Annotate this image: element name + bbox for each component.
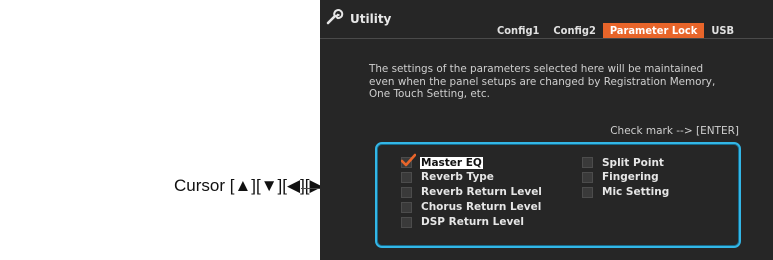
checkbox-split-point[interactable]: [582, 157, 593, 168]
page-title: Utility: [350, 12, 392, 26]
parameter-list-left: Master EQ Reverb Type Reverb Return Leve…: [401, 153, 543, 230]
tab-usb[interactable]: USB: [704, 23, 741, 38]
param-reverb-return-level[interactable]: Reverb Return Level: [401, 186, 543, 199]
param-split-point[interactable]: Split Point: [582, 156, 670, 169]
param-label-fingering: Fingering: [602, 171, 659, 184]
param-reverb-type[interactable]: Reverb Type: [401, 171, 543, 184]
checkmark-hint: Check mark --> [ENTER]: [610, 125, 739, 137]
param-label-split-point: Split Point: [602, 156, 664, 169]
param-label-reverb-return-level: Reverb Return Level: [421, 186, 542, 199]
checkbox-reverb-type[interactable]: [401, 171, 412, 183]
param-master-eq[interactable]: Master EQ: [401, 153, 543, 169]
param-label-mic-setting: Mic Setting: [602, 186, 670, 199]
checkbox-master-eq[interactable]: [401, 153, 416, 168]
param-dsp-return-level[interactable]: DSP Return Level: [401, 216, 543, 229]
tab-parameter-lock[interactable]: Parameter Lock: [602, 23, 705, 38]
tab-config2[interactable]: Config2: [546, 23, 602, 38]
checkmark-icon: [401, 153, 416, 167]
param-label-master-eq: Master EQ: [420, 156, 483, 169]
tab-config1[interactable]: Config1: [490, 23, 546, 38]
param-label-chorus-return-level: Chorus Return Level: [421, 201, 542, 214]
description-text: The settings of the parameters selected …: [369, 63, 716, 100]
param-fingering[interactable]: Fingering: [582, 171, 670, 184]
checkbox-fingering[interactable]: [582, 171, 593, 183]
param-label-dsp-return-level: DSP Return Level: [421, 216, 525, 229]
utility-screen: Utility Config1 Config2 Parameter Lock U…: [320, 0, 773, 260]
checkbox-mic-setting[interactable]: [582, 186, 593, 198]
param-chorus-return-level[interactable]: Chorus Return Level: [401, 201, 543, 214]
checkbox-chorus-return-level[interactable]: [401, 201, 412, 213]
checkbox-dsp-return-level[interactable]: [401, 216, 412, 228]
parameter-list-right: Split Point Fingering Mic Setting: [582, 156, 670, 201]
wrench-icon: [326, 9, 344, 25]
tab-bar: Config1 Config2 Parameter Lock USB: [490, 23, 741, 38]
param-label-reverb-type: Reverb Type: [421, 171, 494, 184]
param-mic-setting[interactable]: Mic Setting: [582, 186, 670, 199]
checkbox-reverb-return-level[interactable]: [401, 186, 412, 198]
title-bar: Utility Config1 Config2 Parameter Lock U…: [320, 0, 773, 39]
